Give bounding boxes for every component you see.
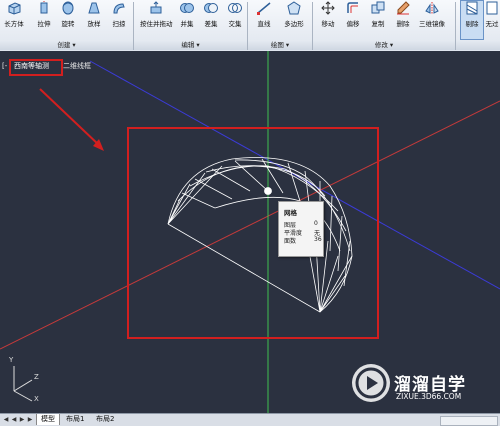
loft-icon: [88, 2, 100, 14]
group-modify-label: 修改 ▾: [374, 41, 394, 49]
intersect-icon: [228, 3, 242, 13]
tooltip-row: 平滑度 无: [284, 228, 322, 237]
scene-canvas: [0, 51, 500, 413]
extrude-icon: [40, 0, 48, 14]
watermark-url: ZIXUE.3D66.COM: [396, 392, 462, 401]
drawing-viewport[interactable]: [- 西南等轴测 二维线框 网格 图层 0 平滑度 无 面数 36 Y Z X: [0, 51, 500, 413]
mesh-grip[interactable]: [264, 187, 272, 195]
intersect-button[interactable]: 交集: [223, 1, 247, 28]
box-icon: [8, 2, 21, 15]
ucs-x-label: X: [34, 395, 39, 403]
layout-tab-bar: ◀ ◀ ▶ ▶ 模型 布局1 布局2: [0, 413, 500, 426]
culling-icon: [466, 1, 478, 15]
group-edit-label: 编辑 ▾: [181, 41, 200, 49]
tab-layout2[interactable]: 布局2: [92, 414, 118, 425]
move-icon: [321, 1, 335, 15]
presspull-label: 按住并拖动: [140, 20, 173, 28]
tooltip-value: 36: [314, 236, 322, 243]
polygon-icon: [287, 1, 301, 15]
tooltip-key: 面数: [284, 238, 297, 245]
tab-layout1[interactable]: 布局1: [62, 414, 88, 425]
group-draw-label: 绘图 ▾: [270, 41, 290, 49]
object-tooltip: 网格 图层 0 平滑度 无 面数 36: [278, 201, 324, 257]
group-create-label: 创建 ▾: [57, 41, 76, 49]
line-icon: [257, 2, 271, 15]
offset-icon: [347, 2, 358, 13]
copy-icon: [371, 1, 385, 14]
watermark-logo: [352, 364, 390, 402]
polygon-button[interactable]: 多边形: [282, 1, 306, 28]
extrude-label: 拉伸: [37, 20, 51, 28]
first-tab-button[interactable]: ◀: [2, 415, 10, 424]
mirror3d-button[interactable]: 三维镜像: [416, 1, 448, 28]
presspull-button[interactable]: 按住并拖动: [140, 1, 173, 28]
visual-style-control[interactable]: 二维线框: [63, 61, 91, 71]
group-draw[interactable]: 绘图 ▾: [248, 40, 312, 50]
intersect-label: 交集: [228, 20, 242, 28]
viewport-control-bracket[interactable]: [-: [2, 61, 7, 71]
nofilter-label: 无过: [485, 20, 499, 28]
tooltip-row: 面数 36: [284, 236, 322, 245]
move-button[interactable]: 移动: [316, 1, 340, 28]
sweep-button[interactable]: 扫掠: [107, 1, 131, 28]
group-edit[interactable]: 编辑 ▾: [134, 40, 247, 50]
ucs-icon: [13, 366, 33, 402]
revolve-button[interactable]: 旋转: [56, 1, 80, 28]
next-tab-button[interactable]: ▶: [18, 415, 26, 424]
erase-icon: [397, 1, 410, 15]
mirror3d-icon: [425, 2, 439, 14]
move-label: 移动: [321, 20, 335, 28]
group-create[interactable]: 创建 ▾: [0, 40, 133, 50]
mirror3d-label: 三维镜像: [419, 20, 445, 28]
line-button[interactable]: 直线: [252, 1, 276, 28]
subtract-label: 差集: [204, 20, 218, 28]
erase-label: 删除: [396, 20, 410, 28]
sweep-icon: [113, 3, 125, 14]
culling-label: 剔除: [465, 20, 479, 28]
presspull-icon: [150, 1, 162, 14]
ucs-z-label: Z: [34, 373, 39, 381]
revolve-label: 旋转: [61, 20, 75, 28]
subtract-button[interactable]: 差集: [199, 1, 223, 28]
group-modify[interactable]: 修改 ▾: [313, 40, 455, 50]
union-icon: [180, 3, 194, 13]
erase-button[interactable]: 删除: [391, 1, 415, 28]
nofilter-icon: [486, 1, 498, 15]
last-tab-button[interactable]: ▶: [26, 415, 34, 424]
culling-button[interactable]: 剔除: [460, 0, 484, 40]
sweep-label: 扫掠: [112, 20, 126, 28]
copy-button[interactable]: 复制: [366, 1, 390, 28]
play-icon: [355, 367, 387, 399]
annotation-arrow-shaft: [39, 88, 101, 147]
copy-label: 复制: [371, 20, 385, 28]
ribbon: 长方体 拉伸 旋转 放样 扫掠 按住并拖动 并集 差集 交集 直线 多边形 移动…: [0, 0, 500, 52]
subtract-icon: [204, 3, 218, 13]
prev-tab-button[interactable]: ◀: [10, 415, 18, 424]
union-button[interactable]: 并集: [175, 1, 199, 28]
tooltip-row: 图层 0: [284, 220, 322, 229]
box-label: 长方体: [4, 20, 24, 28]
offset-button[interactable]: 偏移: [341, 1, 365, 28]
union-label: 并集: [180, 20, 194, 28]
tab-model[interactable]: 模型: [36, 414, 60, 425]
revolve-icon: [62, 1, 74, 15]
offset-label: 偏移: [346, 20, 360, 28]
group-view[interactable]: [456, 40, 500, 50]
nofilter-button[interactable]: 无过: [484, 1, 500, 28]
tooltip-title: 网格: [284, 209, 297, 217]
ucs-y-label: Y: [9, 356, 14, 364]
tooltip-value: 0: [314, 220, 318, 227]
polygon-label: 多边形: [284, 20, 304, 28]
axis-y-line: [0, 100, 500, 350]
mesh-object[interactable]: [167, 157, 353, 313]
line-label: 直线: [257, 20, 271, 28]
loft-button[interactable]: 放样: [82, 1, 106, 28]
extrude-button[interactable]: 拉伸: [32, 0, 56, 28]
box-button[interactable]: 长方体: [2, 1, 26, 28]
view-name-highlight: [9, 59, 63, 76]
loft-label: 放样: [87, 20, 101, 28]
